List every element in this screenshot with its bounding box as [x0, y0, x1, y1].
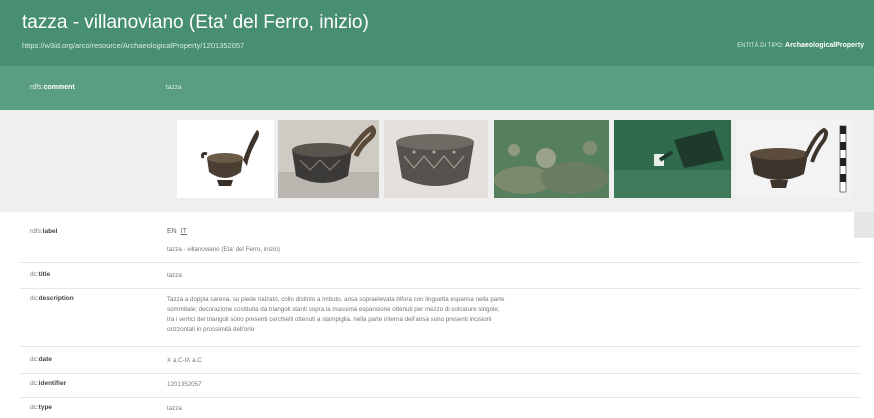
resource-uri[interactable]: https://w3id.org/arco/resource/Archaeolo…	[22, 41, 244, 50]
resource-header: tazza - villanoviano (Eta' del Ferro, in…	[0, 0, 874, 66]
property-row-label: rdfs:label EN IT tazza - villanoviano (E…	[20, 228, 862, 263]
entity-type-prefix: ENTITÀ DI TIPO:	[737, 43, 784, 49]
gallery-image[interactable]	[614, 120, 731, 198]
property-row-type: dc:type tazza	[20, 404, 862, 418]
property-key: dc:identifier	[30, 380, 66, 387]
property-value: tazza - villanoviano (Eta' del Ferro, in…	[167, 246, 280, 253]
page-title: tazza - villanoviano (Eta' del Ferro, in…	[22, 12, 369, 33]
property-value: 1201352057	[167, 381, 202, 388]
property-value: tazza	[167, 405, 182, 412]
comment-bar: rdfs:comment tazza	[0, 66, 874, 110]
property-key: dc:title	[30, 271, 50, 278]
gallery-image[interactable]	[177, 120, 274, 198]
gallery-image[interactable]	[494, 120, 609, 198]
property-key-name: identifier	[38, 380, 67, 387]
language-switcher: EN IT	[167, 228, 187, 235]
property-key: dc:type	[30, 404, 52, 411]
property-key: dc:description	[30, 295, 74, 302]
property-key: dc:date	[30, 356, 52, 363]
comment-key-name: comment	[43, 84, 75, 91]
property-key-name: title	[38, 271, 51, 278]
property-row-date: dc:date X a.C-IX a.C	[20, 356, 862, 374]
property-key-prefix: dc:	[30, 380, 39, 387]
property-key-name: description	[38, 295, 74, 302]
property-key-name: label	[42, 228, 58, 235]
property-key-prefix: dc:	[30, 356, 39, 363]
property-row-title: dc:title tazza	[20, 271, 862, 289]
property-key-prefix: dc:	[30, 271, 39, 278]
comment-value: tazza	[166, 84, 182, 91]
gallery-image[interactable]	[384, 120, 488, 198]
entity-type: ENTITÀ DI TIPO: ArchaeologicalProperty	[737, 42, 864, 49]
property-value: X a.C-IX a.C	[167, 357, 202, 364]
underwater-photo-icon	[494, 120, 609, 198]
entity-type-value[interactable]: ArchaeologicalProperty	[785, 42, 864, 49]
image-gallery	[0, 110, 874, 212]
property-key: rdfs:label	[30, 228, 57, 235]
lang-it-link[interactable]: IT	[181, 228, 187, 235]
property-key-prefix: rdfs:	[30, 228, 43, 235]
lang-en-link[interactable]: EN	[167, 228, 177, 235]
cup-photo-icon	[384, 120, 488, 198]
gallery-image[interactable]	[278, 120, 379, 198]
cup-photo-icon	[177, 120, 274, 198]
gallery-image[interactable]	[736, 120, 852, 198]
comment-key: rdfs:comment	[30, 84, 75, 91]
property-value: Tazza a doppia carena, su piede rialzato…	[167, 295, 504, 335]
cup-photo-icon	[736, 120, 852, 198]
diver-photo-icon	[614, 120, 731, 198]
property-key-name: type	[38, 404, 53, 411]
description-line: tra i vertici dei triangoli sono present…	[167, 316, 492, 323]
comment-key-prefix: rdfs:	[30, 84, 44, 91]
description-line: sommitale; decorazione costituita da tri…	[167, 306, 500, 313]
property-key-prefix: dc:	[30, 404, 39, 411]
property-key-name: date	[38, 356, 53, 363]
property-row-description: dc:description Tazza a doppia carena, su…	[20, 295, 862, 347]
property-row-identifier: dc:identifier 1201352057	[20, 380, 862, 398]
description-line: Tazza a doppia carena, su piede rialzato…	[167, 296, 505, 303]
property-key-prefix: dc:	[30, 295, 39, 302]
description-line: orizzontali in prossimità dell'orlo	[167, 326, 255, 333]
cup-photo-icon	[278, 120, 379, 198]
property-value: tazza	[167, 272, 182, 279]
